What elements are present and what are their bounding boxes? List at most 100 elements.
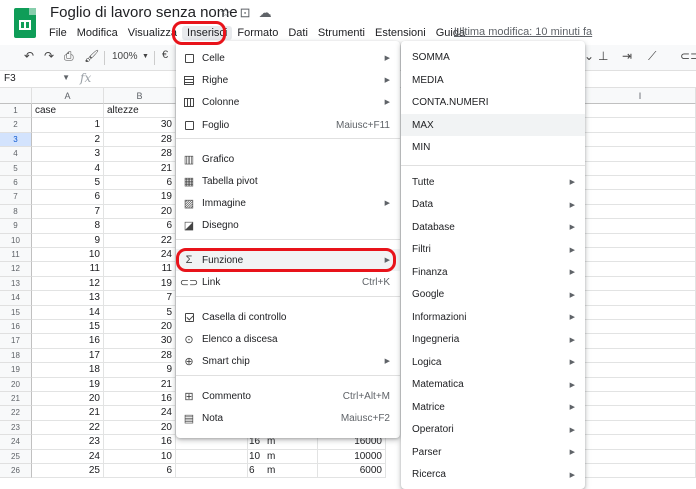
cell-b[interactable]: 21	[104, 377, 176, 392]
redo-icon[interactable]: ↷	[44, 49, 54, 63]
grid-cell[interactable]	[585, 305, 696, 320]
function-item-somma[interactable]: SOMMA	[401, 46, 585, 68]
function-item-min[interactable]: MIN	[401, 136, 585, 158]
cell-a[interactable]: 7	[32, 204, 104, 220]
chevron-down-icon[interactable]: ▼	[62, 73, 70, 82]
cell-b[interactable]: 30	[104, 118, 176, 133]
cell-a[interactable]: 24	[32, 449, 104, 464]
cell-peek-c[interactable]: 10	[246, 450, 266, 464]
cell-peek-c[interactable]: 6	[246, 464, 266, 478]
currency-format-button[interactable]: €	[162, 49, 168, 61]
column-header-b[interactable]: B	[104, 88, 176, 104]
row-header[interactable]: 9	[0, 219, 32, 234]
cell-b[interactable]: 28	[104, 348, 176, 364]
insert-menu-item-link[interactable]: ⊂⊃ Link Ctrl+K	[176, 271, 400, 293]
row-header[interactable]: 19	[0, 363, 32, 378]
grid-cell[interactable]	[585, 262, 696, 277]
text-rotation-icon[interactable]: ⟋	[648, 49, 656, 64]
function-category-google[interactable]: Google ▶	[401, 284, 585, 306]
row-header[interactable]: 11	[0, 248, 32, 263]
insert-menu-item-foglio[interactable]: Foglio Maiusc+F11	[176, 114, 400, 136]
row-header[interactable]: 12	[0, 262, 32, 277]
menu-edit[interactable]: Modifica	[72, 26, 123, 40]
grid-cell[interactable]	[585, 291, 696, 306]
function-category-matematica[interactable]: Matematica ▶	[401, 374, 585, 396]
function-category-tutte[interactable]: Tutte ▶	[401, 171, 585, 193]
insert-menu-item-elenco-a-discesa[interactable]: ⊙ Elenco a discesa	[176, 328, 400, 350]
menu-extensions[interactable]: Estensioni	[370, 26, 431, 40]
cloud-status-icon[interactable]: ☁	[259, 5, 272, 21]
cell-b[interactable]: 16	[104, 435, 176, 450]
insert-menu-item-colonne[interactable]: Colonne ▶	[176, 91, 400, 113]
grid-cell[interactable]	[585, 233, 696, 248]
function-item-media[interactable]: MEDIA	[401, 69, 585, 91]
cell-a[interactable]: 12	[32, 276, 104, 292]
grid-cell[interactable]	[585, 320, 696, 335]
insert-menu-item-immagine[interactable]: ▨ Immagine ▶	[176, 192, 400, 214]
row-header[interactable]: 3	[0, 132, 32, 148]
cell-a[interactable]: 8	[32, 219, 104, 234]
cell-a[interactable]: 20	[32, 392, 104, 407]
grid-cell[interactable]	[585, 147, 696, 162]
cell-peek-e[interactable]: 6000	[318, 464, 386, 479]
cell-a[interactable]: 19	[32, 377, 104, 392]
column-header-i[interactable]: I	[585, 88, 696, 104]
cell-b[interactable]: 10	[104, 449, 176, 464]
cell-b[interactable]: 28	[104, 147, 176, 162]
insert-menu-item-tabella-pivot[interactable]: ▦ Tabella pivot	[176, 170, 400, 192]
name-box[interactable]: F3 ▼	[4, 73, 70, 84]
cell-a[interactable]: 25	[32, 464, 104, 479]
row-header[interactable]: 15	[0, 305, 32, 320]
cell-b[interactable]: 9	[104, 363, 176, 378]
cell-a[interactable]: 10	[32, 248, 104, 263]
cell-a[interactable]: 18	[32, 363, 104, 378]
cell-a[interactable]: 9	[32, 233, 104, 248]
cell-b[interactable]: 19	[104, 190, 176, 205]
grid-cell[interactable]	[585, 118, 696, 133]
text-color-icon[interactable]: ⌄	[584, 49, 594, 63]
row-header[interactable]: 14	[0, 291, 32, 306]
grid-cell[interactable]	[585, 334, 696, 349]
menu-format[interactable]: Formato	[232, 26, 283, 40]
doc-title[interactable]: Foglio di lavoro senza nome	[50, 4, 238, 21]
menu-tools[interactable]: Strumenti	[313, 26, 370, 40]
cell-a[interactable]: 15	[32, 320, 104, 335]
cell-b[interactable]: 24	[104, 406, 176, 421]
text-wrap-icon[interactable]: ⇥	[622, 49, 632, 63]
cell-a[interactable]: 11	[32, 262, 104, 277]
cell-a[interactable]: 17	[32, 348, 104, 364]
grid-cell[interactable]	[585, 464, 696, 479]
insert-menu-item-casella-di-controllo[interactable]: Casella di controllo	[176, 306, 400, 328]
cell-b[interactable]: 11	[104, 262, 176, 277]
insert-menu-item-celle[interactable]: Celle ▶	[176, 47, 400, 69]
cell-peek-d[interactable]: m	[264, 450, 280, 464]
cell-a[interactable]: 1	[32, 118, 104, 133]
cell-peek-d[interactable]: m	[264, 464, 280, 478]
grid-cell[interactable]	[585, 276, 696, 292]
cell-header-altezze[interactable]: altezze	[104, 104, 176, 119]
cell-reference[interactable]: F3	[4, 73, 16, 84]
row-header[interactable]: 18	[0, 348, 32, 364]
cell-b[interactable]: 30	[104, 334, 176, 349]
paint-format-icon[interactable]: 🖌	[84, 49, 99, 63]
function-category-data[interactable]: Data ▶	[401, 194, 585, 216]
cell-a[interactable]: 21	[32, 406, 104, 421]
row-header[interactable]: 4	[0, 147, 32, 162]
select-all-corner[interactable]	[0, 88, 32, 104]
cell-b[interactable]: 19	[104, 276, 176, 292]
grid-cell[interactable]	[176, 449, 248, 464]
function-category-filtri[interactable]: Filtri ▶	[401, 239, 585, 261]
grid-cell[interactable]	[585, 132, 696, 148]
insert-menu-item-nota[interactable]: ▤ Nota Maiusc+F2	[176, 407, 400, 429]
row-header[interactable]: 17	[0, 334, 32, 349]
chevron-down-icon[interactable]: ▼	[142, 53, 149, 60]
row-header[interactable]: 6	[0, 176, 32, 191]
cell-a[interactable]: 3	[32, 147, 104, 162]
print-icon[interactable]: ⎙	[64, 49, 74, 64]
cell-header-case[interactable]: case	[32, 104, 104, 119]
grid-cell[interactable]	[585, 363, 696, 378]
function-item-conta-numeri[interactable]: CONTA.NUMERI	[401, 91, 585, 113]
grid-cell[interactable]	[585, 420, 696, 436]
cell-b[interactable]: 5	[104, 305, 176, 320]
cell-peek-e[interactable]: 10000	[318, 449, 386, 464]
